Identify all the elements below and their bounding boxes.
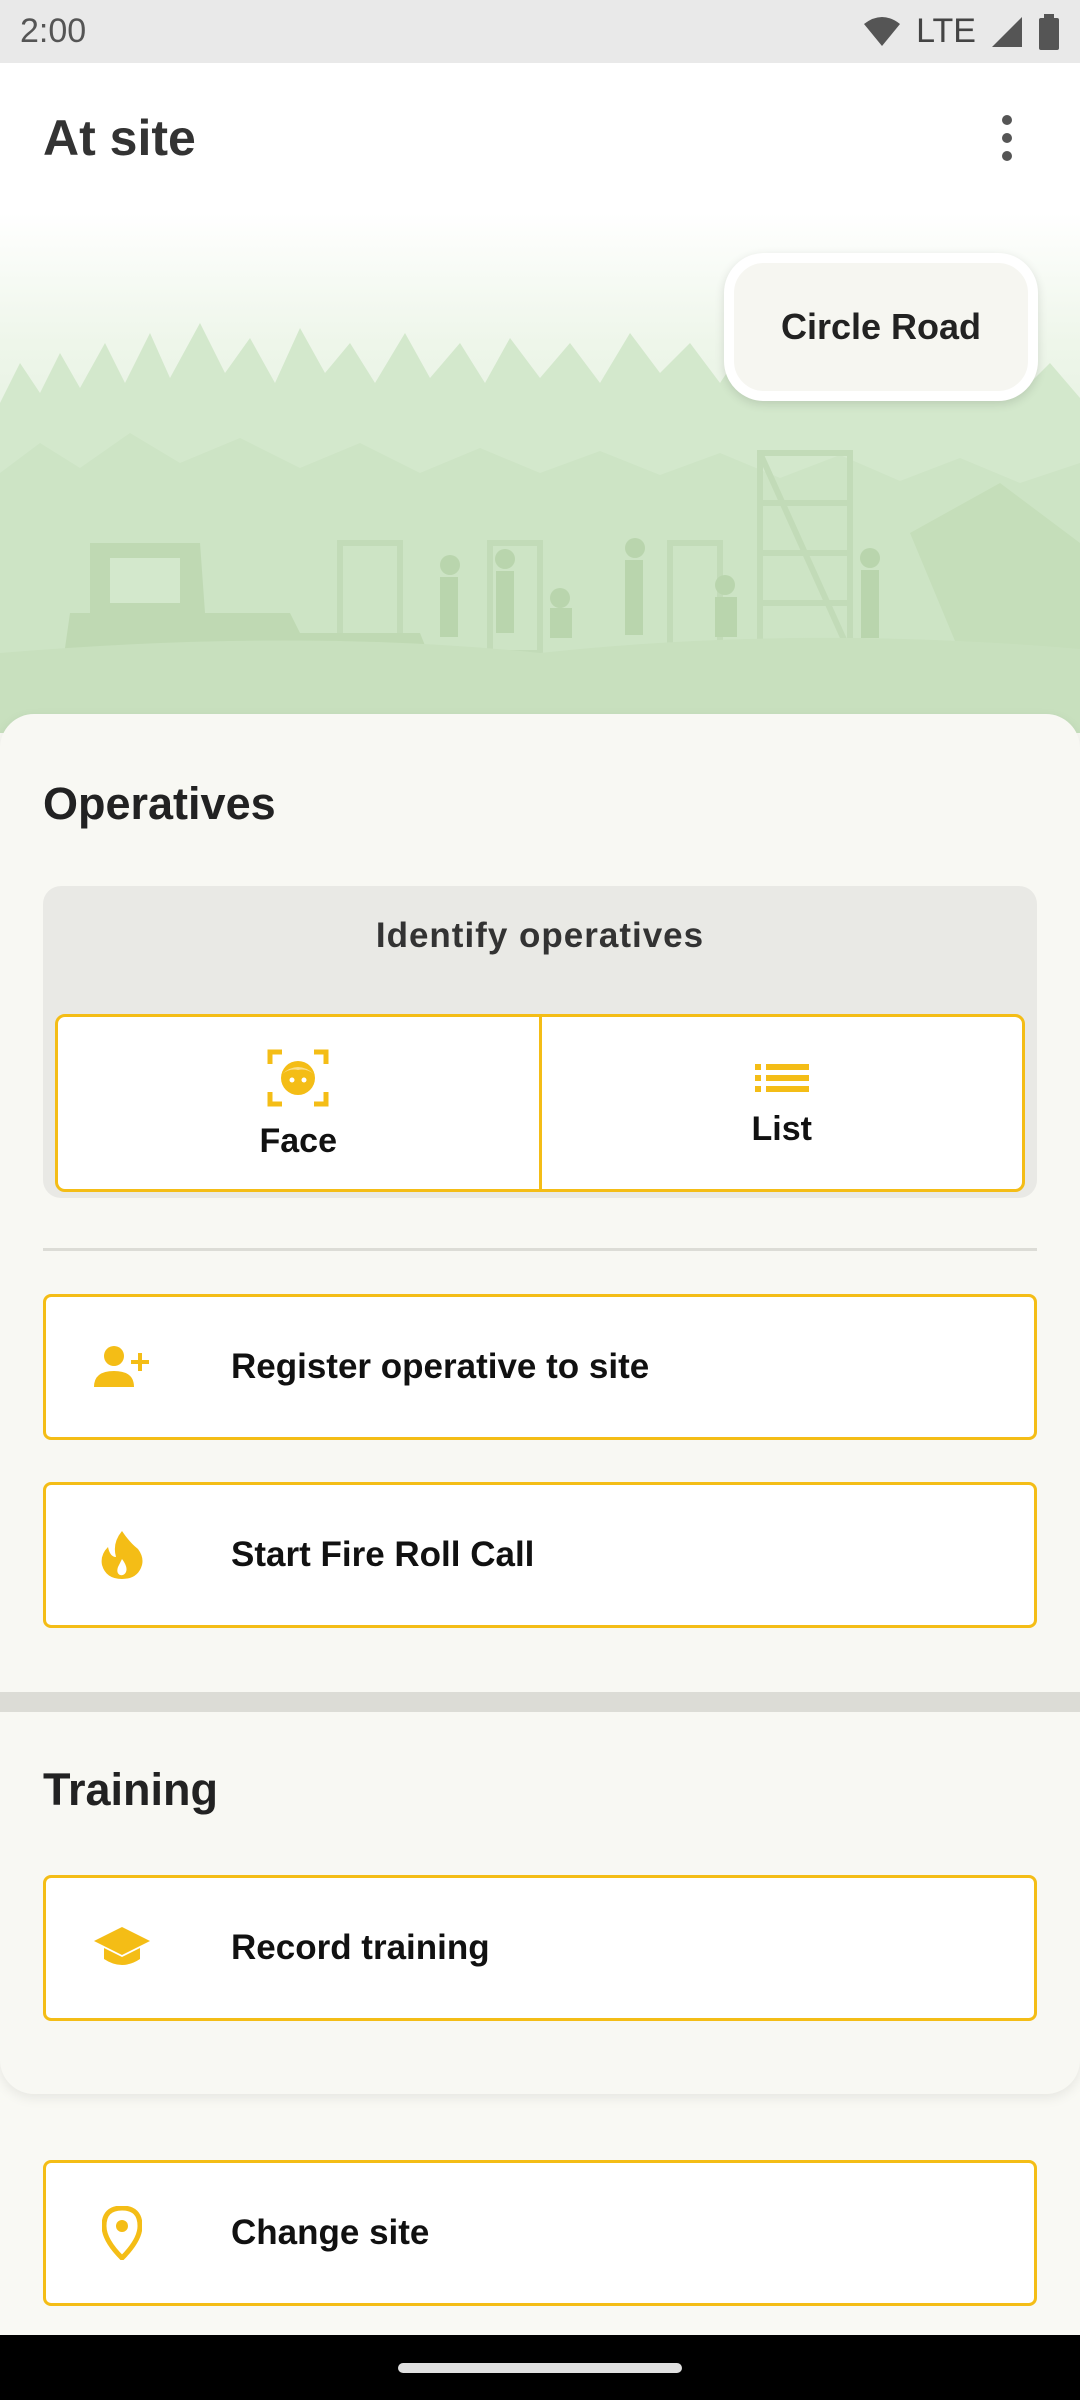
operatives-heading: Operatives: [43, 778, 276, 829]
record-training-button[interactable]: Record training: [43, 1875, 1037, 2021]
record-training-label: Record training: [231, 1928, 490, 1967]
battery-icon: [1039, 13, 1059, 50]
wifi-icon: [864, 16, 901, 46]
list-option-label: List: [751, 1109, 812, 1148]
register-operative-button[interactable]: Register operative to site: [43, 1294, 1037, 1440]
section-separator: [0, 1692, 1080, 1712]
face-scan-icon: [267, 1049, 329, 1106]
page-title: At site: [43, 110, 196, 166]
training-heading: Training: [43, 1764, 219, 1815]
status-icons: LTE: [862, 12, 1060, 51]
home-gesture-handle[interactable]: [398, 2363, 682, 2373]
change-site-label: Change site: [231, 2213, 430, 2252]
register-operative-label: Register operative to site: [231, 1347, 650, 1386]
more-vert-icon[interactable]: [977, 98, 1037, 178]
site-name-chip[interactable]: Circle Road: [724, 253, 1038, 401]
location-pin-icon: [86, 2197, 158, 2269]
status-bar: 2:00 LTE: [0, 0, 1080, 63]
change-site-button[interactable]: Change site: [43, 2160, 1037, 2306]
list-option-button[interactable]: List: [538, 1017, 1023, 1189]
status-time: 2:00: [20, 12, 87, 50]
hero-illustration: Circle Road: [0, 213, 1080, 733]
list-icon: [754, 1063, 809, 1092]
signal-icon: [992, 16, 1022, 47]
identify-operatives-panel: Identify operatives Face List: [43, 886, 1037, 1198]
fire-icon: [86, 1519, 158, 1591]
person-add-icon: [86, 1331, 158, 1403]
main-card: Operatives Identify operatives Face List…: [0, 714, 1080, 2094]
fire-roll-call-label: Start Fire Roll Call: [231, 1535, 535, 1574]
graduation-cap-icon: [86, 1912, 158, 1984]
identify-options: Face List: [55, 1014, 1025, 1192]
network-type: LTE: [916, 12, 976, 50]
face-option-label: Face: [259, 1121, 338, 1160]
system-nav-bar: [0, 2335, 1080, 2400]
section-divider: [43, 1248, 1037, 1251]
face-option-button[interactable]: Face: [58, 1017, 539, 1189]
identify-operatives-title: Identify operatives: [375, 916, 705, 955]
start-fire-roll-call-button[interactable]: Start Fire Roll Call: [43, 1482, 1037, 1628]
app-bar: At site: [0, 63, 1080, 213]
